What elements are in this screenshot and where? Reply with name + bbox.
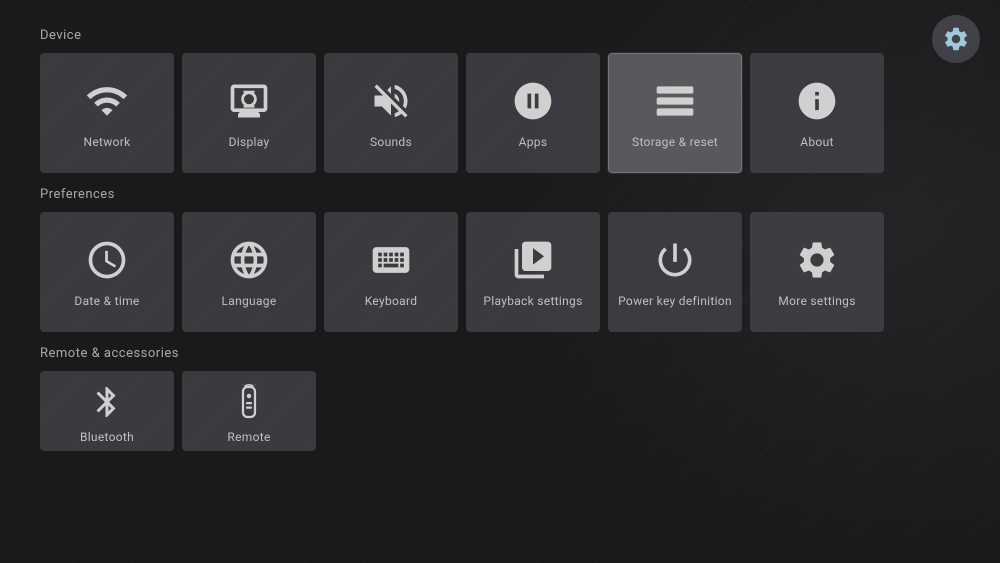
tile-playback[interactable]: Playback settings — [466, 212, 600, 332]
tile-language[interactable]: Language — [182, 212, 316, 332]
tile-storage-reset-label: Storage & reset — [632, 135, 718, 149]
power-icon — [651, 236, 699, 284]
storage-icon — [651, 77, 699, 125]
section-label-remote: Remote & accessories — [40, 346, 960, 361]
tile-more-settings[interactable]: More settings — [750, 212, 884, 332]
globe-icon — [225, 236, 273, 284]
tile-more-settings-label: More settings — [778, 294, 855, 308]
remote-grid: Bluetooth Remote — [40, 371, 960, 451]
tile-storage-reset[interactable]: Storage & reset — [608, 53, 742, 173]
more-settings-icon — [793, 236, 841, 284]
keyboard-icon — [367, 236, 415, 284]
tile-bluetooth-label: Bluetooth — [80, 430, 134, 444]
tile-remote[interactable]: Remote — [182, 371, 316, 451]
preferences-grid: Date & time Language Keyboard Playback s… — [40, 212, 960, 332]
tile-about[interactable]: About — [750, 53, 884, 173]
apps-icon — [509, 77, 557, 125]
gear-button[interactable] — [932, 15, 980, 63]
clock-icon — [83, 236, 131, 284]
tile-apps-label: Apps — [519, 135, 548, 149]
tile-sounds[interactable]: Sounds — [324, 53, 458, 173]
section-label-preferences: Preferences — [40, 187, 960, 202]
tile-network[interactable]: Network — [40, 53, 174, 173]
tile-language-label: Language — [222, 294, 277, 308]
about-icon — [793, 77, 841, 125]
tile-power-key[interactable]: Power key definition — [608, 212, 742, 332]
tile-sounds-label: Sounds — [370, 135, 412, 149]
gear-icon — [942, 25, 970, 53]
display-icon — [225, 77, 273, 125]
tile-remote-label: Remote — [227, 430, 270, 444]
tile-date-time[interactable]: Date & time — [40, 212, 174, 332]
tile-apps[interactable]: Apps — [466, 53, 600, 173]
playback-icon — [509, 236, 557, 284]
tile-bluetooth[interactable]: Bluetooth — [40, 371, 174, 451]
settings-page: Device Network Display Sounds — [0, 0, 1000, 475]
remote-icon — [225, 378, 273, 426]
tile-date-time-label: Date & time — [74, 294, 139, 308]
tile-network-label: Network — [84, 135, 131, 149]
section-label-device: Device — [40, 28, 960, 43]
tile-display-label: Display — [229, 135, 270, 149]
tile-keyboard-label: Keyboard — [365, 294, 418, 308]
bluetooth-icon — [83, 378, 131, 426]
tile-playback-label: Playback settings — [483, 294, 582, 308]
tile-display[interactable]: Display — [182, 53, 316, 173]
tile-keyboard[interactable]: Keyboard — [324, 212, 458, 332]
tile-power-key-label: Power key definition — [618, 294, 732, 308]
tile-about-label: About — [800, 135, 833, 149]
sounds-icon — [367, 77, 415, 125]
network-icon — [83, 77, 131, 125]
device-grid: Network Display Sounds Apps — [40, 53, 960, 173]
